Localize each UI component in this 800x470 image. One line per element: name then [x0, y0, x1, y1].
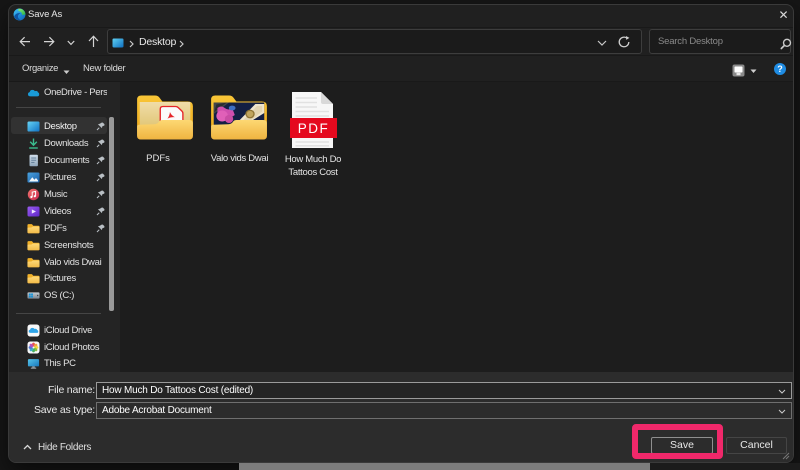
- svg-text:PDF: PDF: [298, 121, 330, 136]
